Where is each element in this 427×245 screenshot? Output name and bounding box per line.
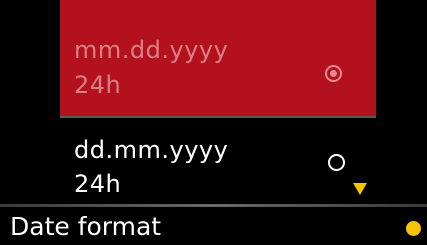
option-dd-mm-yyyy-24h[interactable]: dd.mm.yyyy 24h <box>60 128 376 202</box>
divider <box>60 116 376 118</box>
radio-selected-icon[interactable] <box>325 65 342 82</box>
triangle-down-icon[interactable] <box>353 183 367 195</box>
option-mm-dd-yyyy-24h[interactable]: mm.dd.yyyy 24h <box>60 0 376 116</box>
option-format-label: dd.mm.yyyy <box>74 136 229 164</box>
option-format-label: mm.dd.yyyy <box>74 36 229 64</box>
footer-bar: Date format <box>0 207 427 245</box>
option-time-label: 24h <box>74 170 122 198</box>
page-title: Date format <box>10 212 162 241</box>
dot-icon <box>406 221 421 236</box>
radio-empty-icon[interactable] <box>328 154 345 171</box>
date-format-screen: mm.dd.yyyy 24h dd.mm.yyyy 24h Date forma… <box>0 0 427 245</box>
option-time-label: 24h <box>74 71 122 99</box>
